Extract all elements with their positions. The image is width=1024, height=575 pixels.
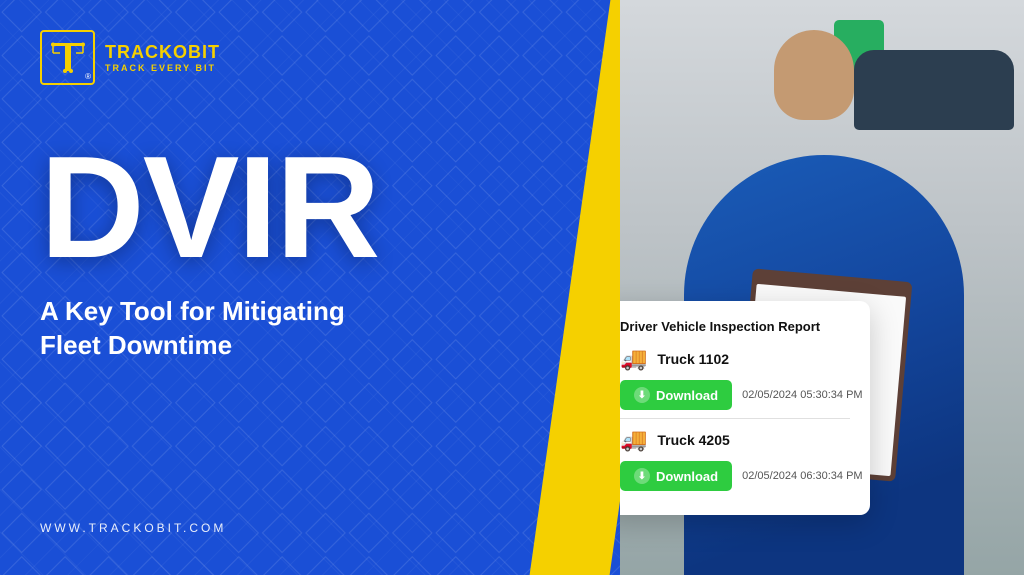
truck-name-1: Truck 1102 <box>657 351 729 367</box>
left-section: ® TRACKOBIT TRACK EVERY BIT DVIR A Key T… <box>0 0 620 575</box>
download-icon-1: ⬇ <box>634 387 650 403</box>
download-row-1: ⬇ Download 02/05/2024 05:30:34 PM <box>620 380 850 410</box>
website-url: WWW.TRACKOBIT.COM <box>40 521 580 545</box>
logo-area: ® TRACKOBIT TRACK EVERY BIT <box>40 30 580 85</box>
truck-row-2: 🚚 Truck 4205 <box>620 427 850 453</box>
card-divider <box>620 418 850 419</box>
brand-name: TRACKOBIT <box>105 42 220 63</box>
brand-tagline: TRACK EVERY BIT <box>105 63 220 73</box>
right-section: Driver Vehicle Inspection Report 🚚 Truck… <box>620 0 1024 575</box>
download-button-2[interactable]: ⬇ Download <box>620 461 732 491</box>
logo-icon: ® <box>40 30 95 85</box>
card-title: Driver Vehicle Inspection Report <box>620 319 850 334</box>
truck-name-2: Truck 4205 <box>657 432 729 448</box>
download-icon-2: ⬇ <box>634 468 650 484</box>
page-container: ® TRACKOBIT TRACK EVERY BIT DVIR A Key T… <box>0 0 1024 575</box>
truck-icon-1: 🚚 <box>620 346 647 372</box>
hero-subtitle: A Key Tool for Mitigating Fleet Downtime <box>40 295 420 363</box>
dvir-report-card: Driver Vehicle Inspection Report 🚚 Truck… <box>620 301 870 515</box>
hero-title: DVIR <box>40 135 580 280</box>
download-row-2: ⬇ Download 02/05/2024 06:30:34 PM <box>620 461 850 491</box>
person-head <box>774 30 854 120</box>
truck-icon-2: 🚚 <box>620 427 647 453</box>
registered-mark: ® <box>85 72 91 81</box>
timestamp-1: 02/05/2024 05:30:34 PM <box>742 389 862 401</box>
truck-row-1: 🚚 Truck 1102 <box>620 346 850 372</box>
timestamp-2: 02/05/2024 06:30:34 PM <box>742 470 862 482</box>
download-button-1[interactable]: ⬇ Download <box>620 380 732 410</box>
logo-text: TRACKOBIT TRACK EVERY BIT <box>105 42 220 73</box>
